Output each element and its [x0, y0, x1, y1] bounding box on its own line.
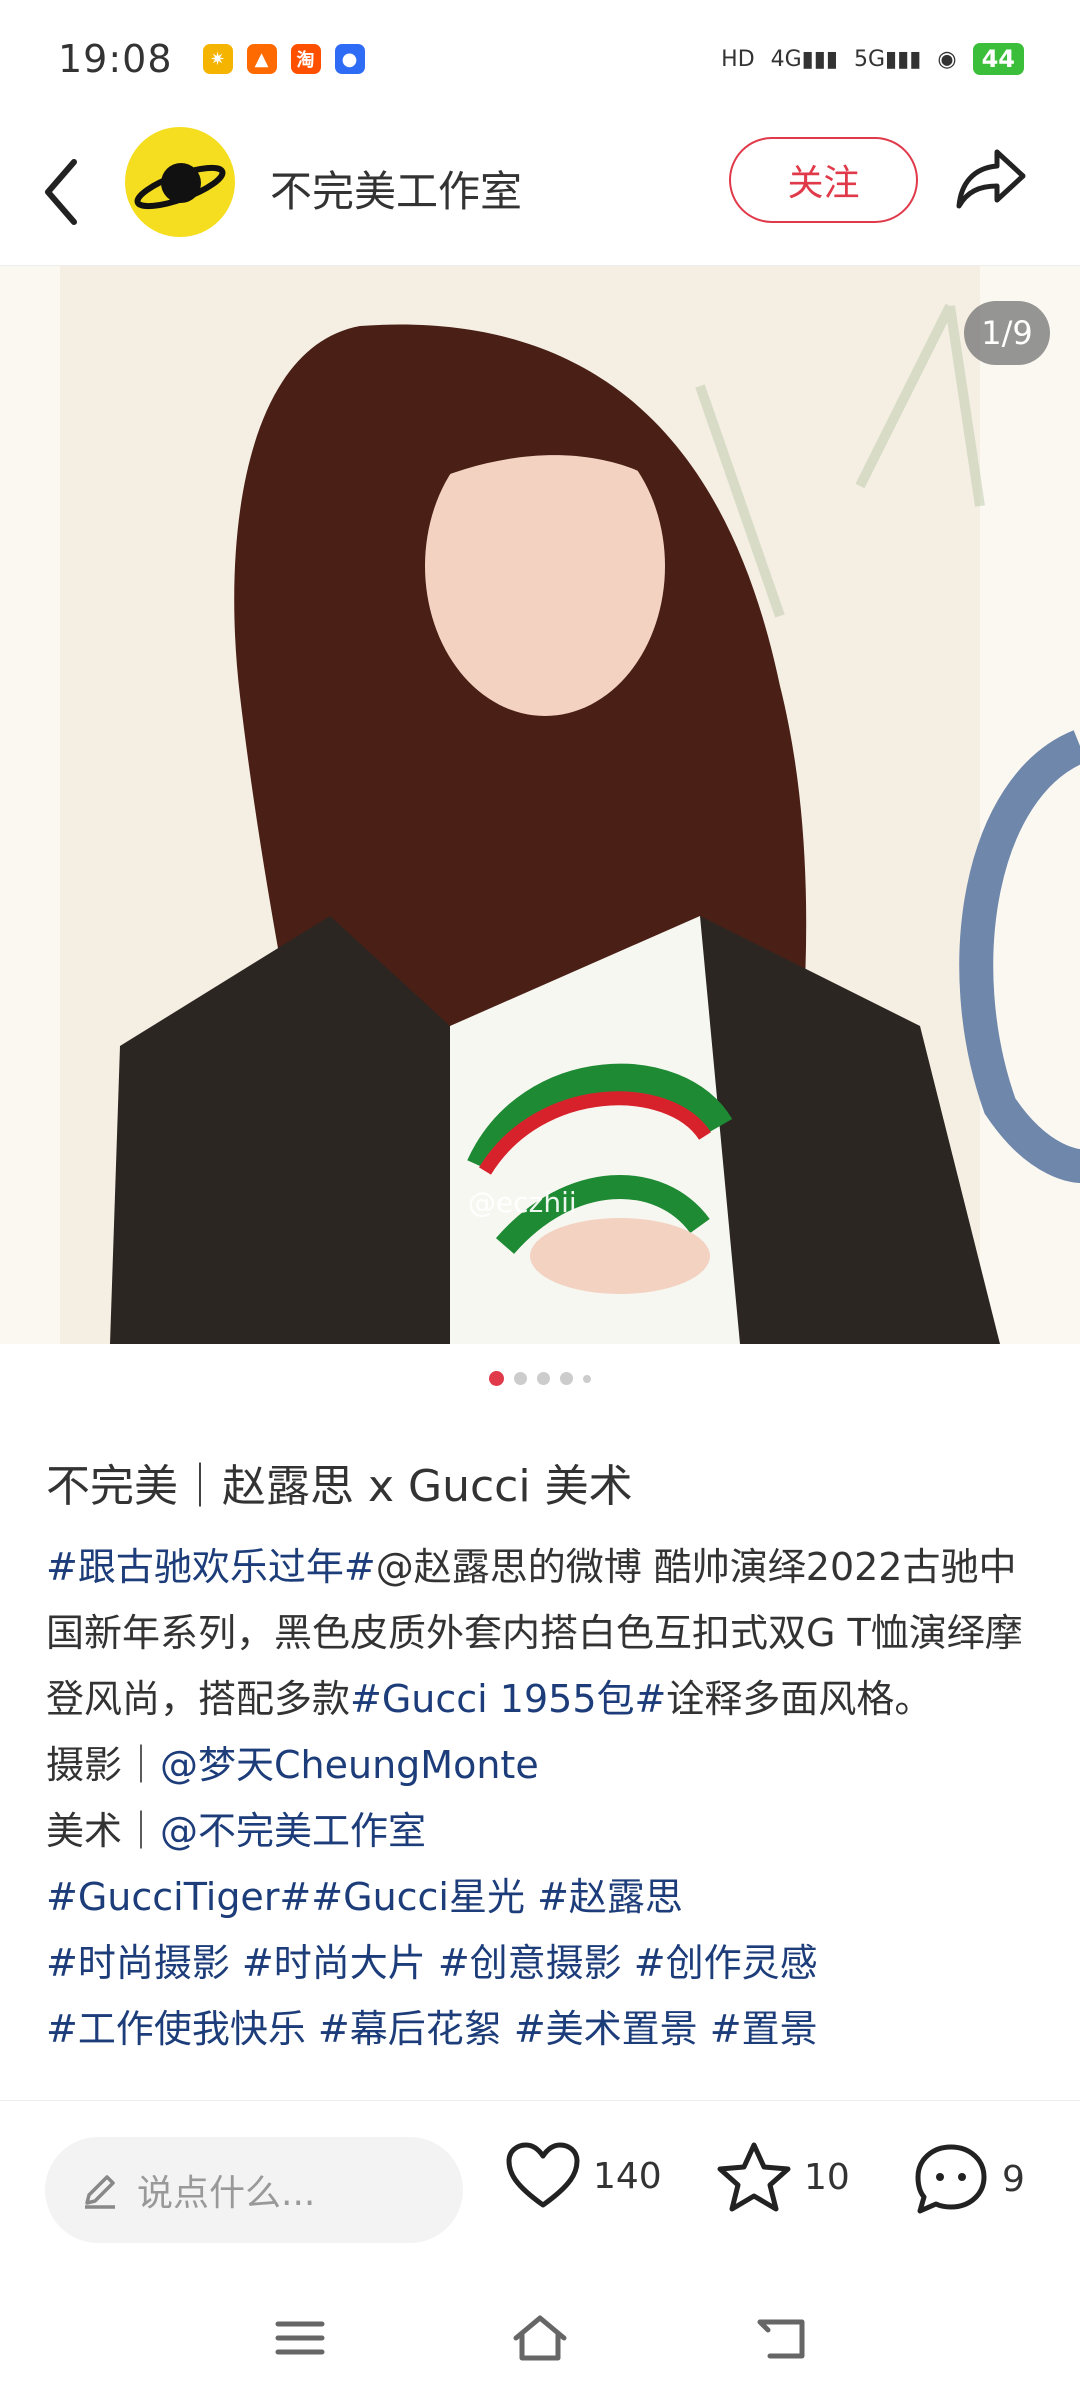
- planet-logo-icon: [134, 163, 226, 210]
- post-photo[interactable]: 1/9 @eczhii: [0, 266, 1080, 1344]
- account-name[interactable]: 不完美工作室: [270, 158, 522, 219]
- comment-bubble-icon: [915, 2144, 987, 2214]
- hashtag-line[interactable]: #时尚摄影 #时尚大片 #创意摄影 #创作灵感: [46, 1930, 1036, 1996]
- carousel-dot: [560, 1372, 573, 1385]
- mention-link[interactable]: @梦天CheungMonte: [160, 1743, 539, 1787]
- body-text-end: 诠释多面风格。: [666, 1677, 933, 1721]
- bottom-action-bar: 说点什么... 140 10 9: [0, 2100, 1080, 2278]
- comment-input[interactable]: 说点什么...: [45, 2137, 463, 2243]
- photo-watermark: @eczhii: [468, 1186, 577, 1219]
- star-icon: [717, 2142, 791, 2212]
- notification-icons: ✷ ▲ 淘 ●: [202, 44, 365, 74]
- credit-label: 美术｜: [46, 1809, 161, 1853]
- image-counter: 1/9: [964, 301, 1050, 365]
- carousel-dot: [537, 1372, 550, 1385]
- home-icon[interactable]: [510, 2312, 570, 2364]
- photo-illustration: [0, 266, 1080, 1344]
- mention-link[interactable]: @不完美工作室: [160, 1809, 426, 1853]
- signal-5g-icon: 5G▮▮▮: [854, 46, 922, 72]
- taobao-app-icon: 淘: [290, 44, 321, 74]
- comment-count: 9: [1002, 2158, 1025, 2200]
- pencil-icon: [85, 2175, 115, 2209]
- hashtag-line[interactable]: #GucciTiger##Gucci星光 #赵露思: [46, 1864, 1036, 1930]
- carousel-dot: [583, 1374, 591, 1383]
- back-nav-icon[interactable]: [752, 2314, 810, 2362]
- shopping-app-icon: ▲: [246, 44, 277, 74]
- signal-4g-icon: 4G▮▮▮: [770, 46, 839, 72]
- like-button[interactable]: 140: [505, 2141, 662, 2211]
- credit-art: 美术｜@不完美工作室: [46, 1798, 1036, 1864]
- menu-icon[interactable]: [272, 2316, 328, 2360]
- system-navigation-bar: [0, 2278, 1080, 2400]
- baidu-app-icon: ●: [334, 44, 365, 74]
- status-bar: 19:08 ✷ ▲ 淘 ● HD 4G▮▮▮ 5G▮▮▮ ◉ 44: [0, 0, 1080, 118]
- carousel-dots: [0, 1371, 1080, 1386]
- hd-icon: HD: [721, 46, 755, 72]
- like-count: 140: [593, 2155, 662, 2197]
- favorite-count: 10: [804, 2156, 850, 2198]
- hashtag-line[interactable]: #工作使我快乐 #幕后花絮 #美术置景 #置景: [46, 1996, 1036, 2062]
- share-icon[interactable]: [955, 146, 1027, 210]
- post-title: 不完美｜赵露思 x Gucci 美术: [46, 1461, 633, 1512]
- comment-button[interactable]: 9: [912, 2141, 1025, 2217]
- post-header: 不完美工作室 关注: [0, 118, 1080, 266]
- wifi-icon: ◉: [937, 46, 957, 72]
- status-time: 19:08: [58, 37, 173, 81]
- post-body: #跟古驰欢乐过年#@赵露思的微博 酷帅演绎2022古驰中国新年系列，黑色皮质外套…: [46, 1534, 1036, 1732]
- battery-icon: 44: [972, 43, 1024, 75]
- favorite-button[interactable]: 10: [716, 2141, 850, 2213]
- pinwheel-app-icon: ✷: [202, 44, 233, 74]
- heart-icon: [506, 2142, 580, 2208]
- back-arrow-icon[interactable]: [40, 154, 84, 230]
- status-right: HD 4G▮▮▮ 5G▮▮▮ ◉ 44: [721, 43, 1024, 75]
- hashtag-link[interactable]: #Gucci 1955包#: [350, 1677, 666, 1721]
- carousel-dot: [514, 1372, 527, 1385]
- account-avatar[interactable]: [125, 127, 235, 237]
- carousel-dot-active: [489, 1371, 504, 1386]
- post-content: 不完美｜赵露思 x Gucci 美术 #跟古驰欢乐过年#@赵露思的微博 酷帅演绎…: [46, 1450, 1036, 2100]
- comment-placeholder: 说点什么...: [137, 2173, 316, 2214]
- credit-label: 摄影｜: [46, 1743, 161, 1787]
- hashtag-link[interactable]: #跟古驰欢乐过年#: [46, 1545, 376, 1589]
- follow-button[interactable]: 关注: [729, 137, 918, 223]
- credit-photographer: 摄影｜@梦天CheungMonte: [46, 1732, 1036, 1798]
